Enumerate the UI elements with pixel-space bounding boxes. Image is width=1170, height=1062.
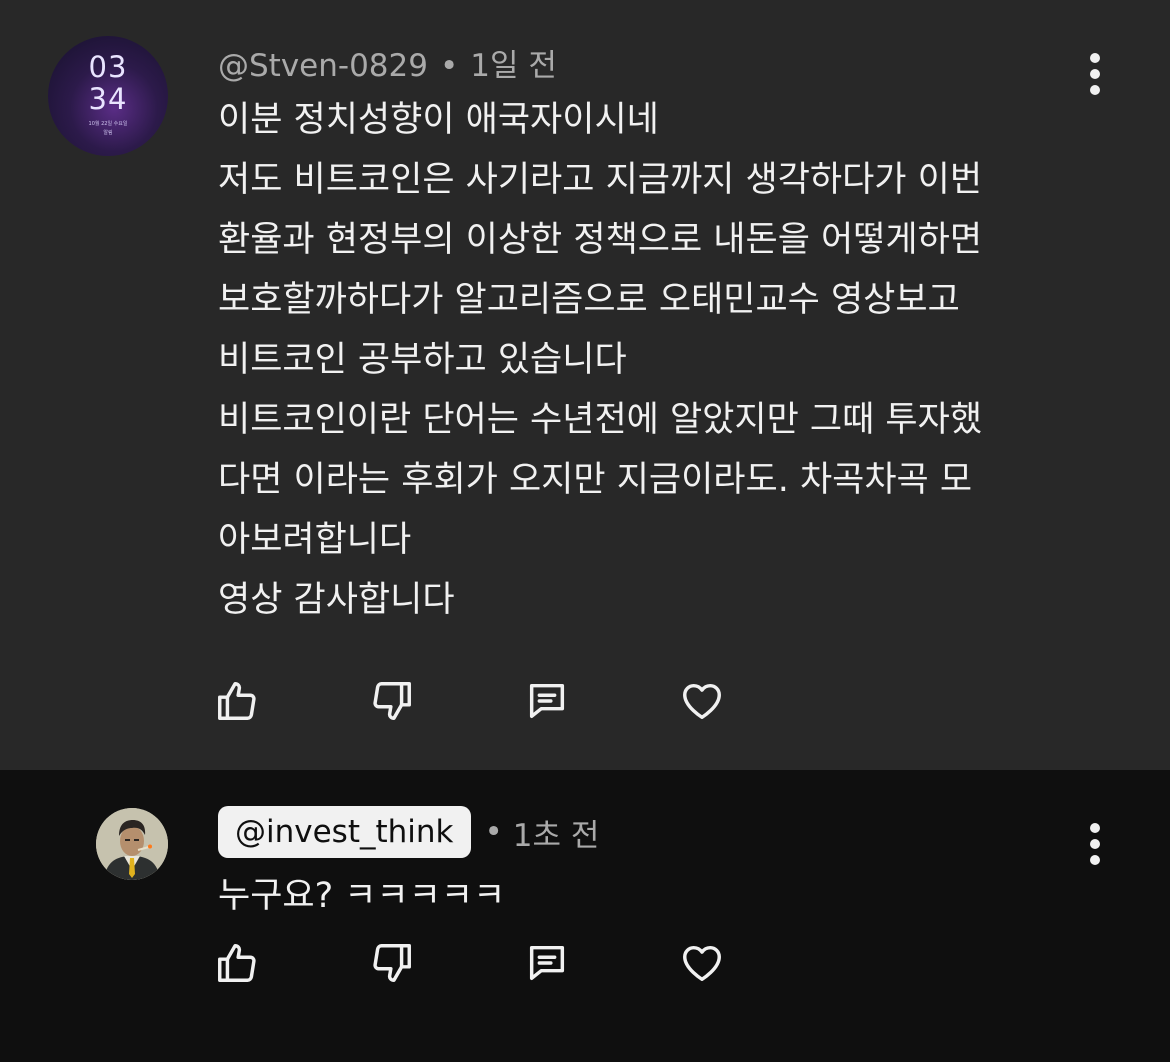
comment-actions (212, 938, 727, 988)
dislike-button[interactable] (367, 676, 417, 726)
reply-icon (529, 945, 565, 981)
reply-icon (529, 683, 565, 719)
comment-text: 이분 정치성향이 애국자이시네 저도 비트코인은 사기라고 지금까지 생각하다가… (218, 90, 982, 630)
avatar-clock-hour: 03 (88, 50, 128, 84)
comment-line: 환율과 현정부의 이상한 정책으로 내돈을 어떻게하면 (218, 220, 983, 260)
comment-actions (212, 676, 727, 726)
comment-timestamp[interactable]: 1일 전 (470, 48, 557, 84)
avatar-clock-minute: 34 (88, 82, 128, 116)
comment-thread-primary: 03 34 10월 22일 수요일 알림 @Stven-0829 • 1일 전 이분… (0, 0, 1170, 770)
meta-separator: • (439, 48, 459, 84)
comment-line: 이분 정치성향이 애국자이시네 (218, 100, 659, 140)
more-options-icon[interactable] (1085, 52, 1105, 96)
comment-line: 다면 이라는 후회가 오지만 지금이라도. 차곡차곡 모 (218, 460, 973, 500)
dislike-icon (373, 944, 411, 982)
heart-button[interactable] (677, 938, 727, 988)
comment-thread-reply: @invest_think • 1초 전 누구요? ㅋㅋㅋㅋㅋ (0, 770, 1170, 1062)
meta-separator: • (484, 814, 503, 850)
comment-timestamp[interactable]: 1초 전 (513, 810, 600, 855)
comment-line: 아보려합니다 (218, 520, 412, 560)
dislike-icon (373, 682, 411, 720)
reply-button[interactable] (522, 676, 572, 726)
dislike-button[interactable] (367, 938, 417, 988)
heart-icon (683, 683, 721, 720)
comment-author-chip[interactable]: @invest_think (218, 806, 471, 858)
reply-button[interactable] (522, 938, 572, 988)
comment-line: 비트코인이란 단어는 수년전에 알았지만 그때 투자했 (218, 400, 983, 440)
comment-meta: @Stven-0829 • 1일 전 (218, 40, 557, 85)
comment-line: 저도 비트코인은 사기라고 지금까지 생각하다가 이번 (218, 160, 983, 200)
avatar-clock-sub: 알림 (103, 130, 113, 136)
more-options-icon[interactable] (1085, 822, 1105, 866)
like-button[interactable] (212, 938, 262, 988)
heart-icon (683, 945, 721, 982)
like-button[interactable] (212, 676, 262, 726)
like-icon (218, 944, 256, 982)
comment-meta: @invest_think • 1초 전 (218, 806, 599, 858)
comment-line: 누구요? ㅋㅋㅋㅋㅋ (218, 876, 506, 916)
comment-author[interactable]: @Stven-0829 (218, 48, 428, 84)
heart-button[interactable] (677, 676, 727, 726)
comment-line: 영상 감사합니다 (218, 580, 455, 620)
comment-text: 누구요? ㅋㅋㅋㅋㅋ (218, 866, 505, 926)
comment-line: 보호할까하다가 알고리즘으로 오태민교수 영상보고 (218, 280, 960, 320)
comment-line: 비트코인 공부하고 있습니다 (218, 340, 627, 380)
avatar[interactable] (96, 808, 168, 880)
portrait-illustration (96, 808, 168, 880)
like-icon (218, 682, 256, 720)
avatar-clock-date: 10월 22일 수요일 (88, 121, 128, 127)
avatar[interactable]: 03 34 10월 22일 수요일 알림 (48, 36, 168, 156)
